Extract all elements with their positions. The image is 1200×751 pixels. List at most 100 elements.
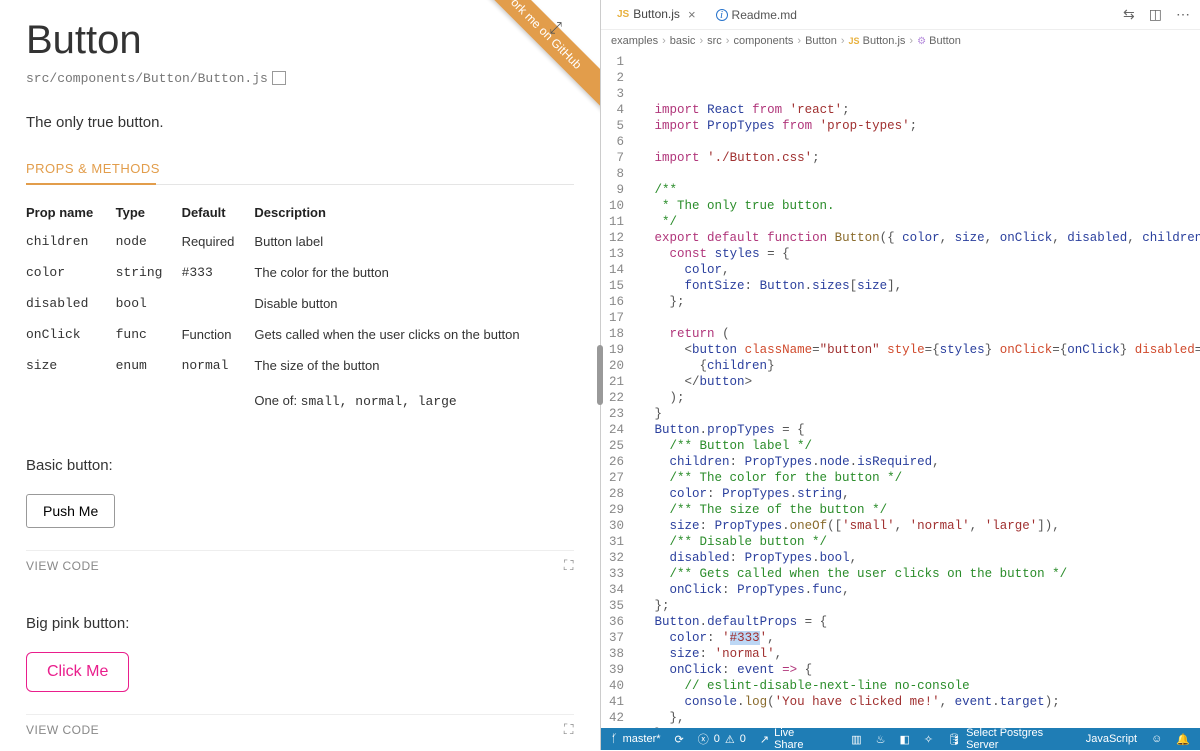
code-line[interactable]: size: 'normal', (632, 646, 1200, 662)
code-line[interactable] (632, 134, 1200, 150)
code-line[interactable]: /** (632, 182, 1200, 198)
prop-type: bool (116, 288, 182, 319)
prop-default: Required (182, 226, 255, 257)
code-line[interactable]: color: PropTypes.string, (632, 486, 1200, 502)
fullscreen-icon[interactable]: ⛶ (564, 723, 574, 739)
breadcrumb-item[interactable]: examples (611, 35, 658, 47)
push-me-button[interactable]: Push Me (26, 494, 115, 528)
prop-name: children (26, 226, 116, 257)
code-line[interactable]: </button> (632, 374, 1200, 390)
th-type: Type (116, 199, 182, 226)
prop-type: func (116, 319, 182, 350)
sb-icon-3[interactable]: ◧ (899, 733, 909, 746)
code-line[interactable]: import React from 'react'; (632, 102, 1200, 118)
breadcrumb-item[interactable]: JS Button.js (849, 35, 906, 47)
code-line[interactable]: color, (632, 262, 1200, 278)
code-line[interactable]: Button.propTypes = { (632, 422, 1200, 438)
view-code-toggle[interactable]: VIEW CODE (26, 559, 99, 575)
sync-button[interactable]: ⟳ (675, 733, 684, 746)
tab-button-js[interactable]: JS Button.js × (607, 0, 706, 29)
code-line[interactable]: import PropTypes from 'prop-types'; (632, 118, 1200, 134)
prop-desc: Gets called when the user clicks on the … (254, 319, 574, 350)
prop-default (182, 288, 255, 319)
feedback-icon[interactable]: ☺ (1151, 733, 1162, 745)
prop-type: node (116, 226, 182, 257)
component-title: Button (26, 18, 574, 63)
breadcrumb-item[interactable]: ⚙ Button (917, 35, 961, 47)
isolate-icon[interactable]: ⤢ (549, 20, 560, 38)
code-line[interactable]: }; (632, 598, 1200, 614)
fullscreen-icon[interactable]: ⛶ (564, 559, 574, 575)
editor-tabbar: JS Button.js × i Readme.md ⇆ ◫ ⋯ (601, 0, 1200, 30)
postgres-button[interactable]: 🛢Select Postgres Server (947, 727, 1072, 751)
prop-name: color (26, 257, 116, 288)
table-row: disabledboolDisable button (26, 288, 574, 319)
breadcrumb-item[interactable]: components (733, 35, 793, 47)
sb-icon-1[interactable]: ▥ (851, 733, 861, 746)
code-line[interactable]: * The only true button. (632, 198, 1200, 214)
code-line[interactable]: */ (632, 214, 1200, 230)
breadcrumb-item[interactable]: basic (670, 35, 696, 47)
code-line[interactable]: /** Disable button */ (632, 534, 1200, 550)
code-line[interactable]: onClick: PropTypes.func, (632, 582, 1200, 598)
code-line[interactable]: /** The size of the button */ (632, 502, 1200, 518)
error-icon: ⓧ (698, 731, 709, 747)
sb-icon-2[interactable]: ♨ (876, 733, 886, 746)
table-row: childrennodeRequiredButton label (26, 226, 574, 257)
prop-default: Function (182, 319, 255, 350)
close-icon[interactable]: × (688, 7, 696, 22)
breadcrumb[interactable]: examples›basic›src›components›Button›JS … (601, 30, 1200, 52)
code-line[interactable]: console.log('You have clicked me!', even… (632, 694, 1200, 710)
code-line[interactable]: <button className="button" style={styles… (632, 342, 1200, 358)
branch-indicator[interactable]: ᚶ master* (611, 733, 661, 745)
code-line[interactable]: disabled: PropTypes.bool, (632, 550, 1200, 566)
code-line[interactable]: color: '#333', (632, 630, 1200, 646)
code-editor[interactable]: 1234567891011121314151617181920212223242… (601, 52, 1200, 728)
line-gutter: 1234567891011121314151617181920212223242… (601, 52, 632, 728)
code-line[interactable]: } (632, 406, 1200, 422)
split-editor-icon[interactable]: ◫ (1149, 6, 1162, 23)
code-line[interactable]: Button.defaultProps = { (632, 614, 1200, 630)
code-line[interactable]: onClick: event => { (632, 662, 1200, 678)
copy-icon[interactable] (274, 73, 286, 85)
code-line[interactable]: {children} (632, 358, 1200, 374)
code-line[interactable]: }, (632, 710, 1200, 726)
code-line[interactable]: /** The color for the button */ (632, 470, 1200, 486)
code-line[interactable]: size: PropTypes.oneOf(['small', 'normal'… (632, 518, 1200, 534)
code-line[interactable]: children: PropTypes.node.isRequired, (632, 454, 1200, 470)
code-line[interactable]: }; (632, 726, 1200, 728)
th-default: Default (182, 199, 255, 226)
example-2-label: Big pink button: (26, 615, 574, 632)
code-line[interactable]: return ( (632, 326, 1200, 342)
code-line[interactable]: fontSize: Button.sizes[size], (632, 278, 1200, 294)
live-share-button[interactable]: ↗Live Share (760, 727, 823, 751)
more-icon[interactable]: ⋯ (1176, 6, 1190, 23)
bell-icon[interactable]: 🔔 (1176, 733, 1190, 746)
prop-name: size (26, 350, 116, 417)
click-me-button[interactable]: Click Me (26, 652, 129, 692)
code-line[interactable] (632, 310, 1200, 326)
code-line[interactable]: export default function Button({ color, … (632, 230, 1200, 246)
component-description: The only true button. (26, 114, 574, 131)
symbol-function-icon: ⚙ (917, 36, 926, 47)
code-line[interactable] (632, 166, 1200, 182)
code-line[interactable]: ); (632, 390, 1200, 406)
compare-icon[interactable]: ⇆ (1123, 6, 1135, 23)
props-tab[interactable]: PROPS & METHODS (26, 161, 574, 185)
code-line[interactable]: import './Button.css'; (632, 150, 1200, 166)
code-line[interactable]: /** Gets called when the user clicks on … (632, 566, 1200, 582)
split-handle[interactable] (597, 345, 603, 405)
sb-icon-4[interactable]: ✧ (924, 733, 933, 746)
view-code-toggle[interactable]: VIEW CODE (26, 723, 99, 739)
table-row: sizeenumnormalThe size of the buttonOne … (26, 350, 574, 417)
code-line[interactable]: /** Button label */ (632, 438, 1200, 454)
breadcrumb-item[interactable]: Button (805, 35, 837, 47)
language-mode[interactable]: JavaScript (1086, 733, 1137, 745)
problems-indicator[interactable]: ⓧ0 ⚠0 (698, 731, 746, 747)
breadcrumb-item[interactable]: src (707, 35, 722, 47)
code-line[interactable]: }; (632, 294, 1200, 310)
code-line[interactable]: // eslint-disable-next-line no-console (632, 678, 1200, 694)
code-line[interactable]: const styles = { (632, 246, 1200, 262)
tab-readme[interactable]: i Readme.md (706, 0, 807, 29)
code-content[interactable]: import React from 'react'; import PropTy… (632, 52, 1200, 728)
